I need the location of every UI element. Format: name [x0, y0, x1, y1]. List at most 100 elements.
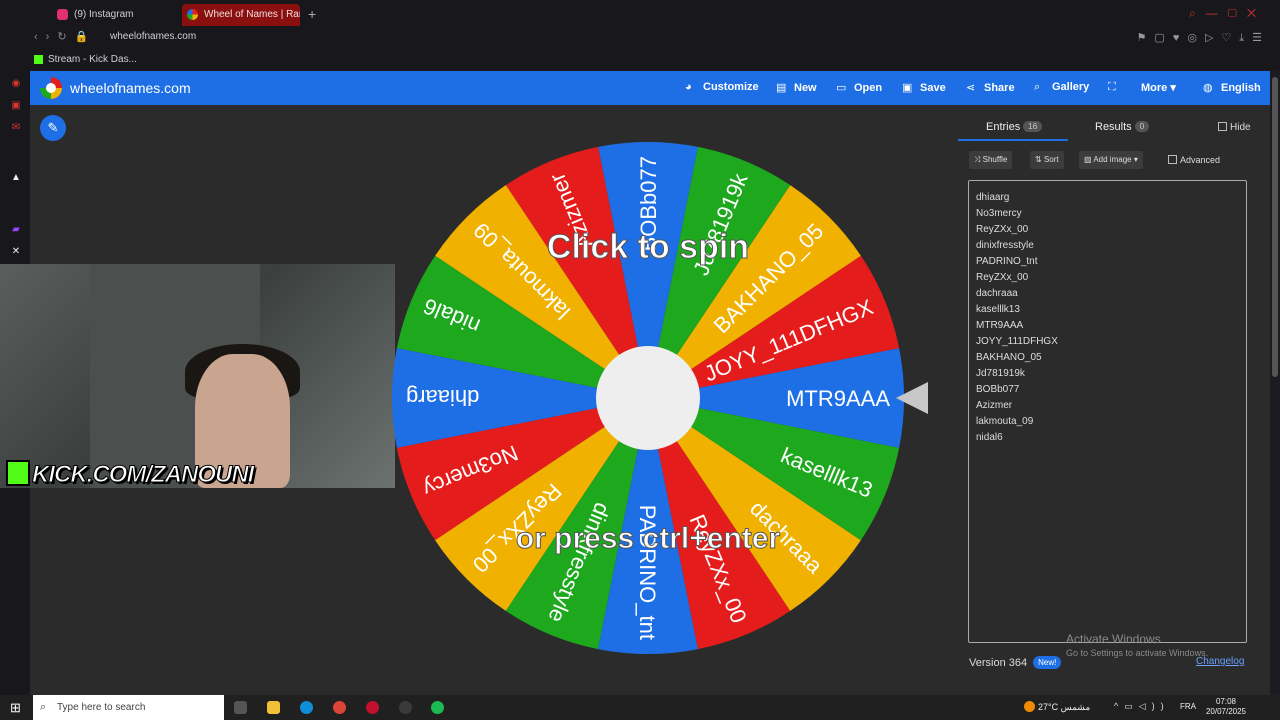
palette-icon: ◕: [685, 81, 692, 93]
search-placeholder: Type here to search: [57, 702, 146, 713]
kick-channel-text: KICK.COM/ZANOUNI: [31, 461, 254, 489]
advanced-checkbox[interactable]: Advanced: [1168, 155, 1220, 165]
tab-wheel-of-names[interactable]: Wheel of Names | Random: [182, 4, 300, 26]
app-header: wheelofnames.com ◕ Customize ▤ New ▭ Open ▣…: [30, 71, 1270, 105]
version-info: Version 364 New!: [969, 656, 1062, 669]
entry-line[interactable]: PADRINO_tnt: [976, 254, 1239, 270]
entry-line[interactable]: No3mercy: [976, 206, 1239, 222]
entries-textarea[interactable]: dhiaarg No3mercy ReyZXx_00 dinixfresstyl…: [968, 180, 1247, 643]
kick-channel-overlay: KICK.COM/ZANOUNI: [6, 460, 255, 490]
open-label: Open: [854, 82, 883, 94]
fullscreen-icon: ⛶: [1108, 81, 1116, 93]
site-title[interactable]: wheelofnames.com: [70, 80, 191, 96]
clock-time: 07:08: [1215, 697, 1237, 706]
taskbar-clock[interactable]: 07:08 20/07/2025: [1200, 697, 1252, 717]
tab-results[interactable]: Results 0: [1095, 121, 1150, 133]
weather-widget[interactable]: 27°C مشمس: [1024, 701, 1090, 713]
system-tray-icons[interactable]: ^▭◁)): [1114, 701, 1170, 712]
task-view-icon[interactable]: [234, 701, 247, 714]
bookmark-label: Stream - Kick Das...: [48, 54, 137, 65]
tab-instagram[interactable]: (9) Instagram: [52, 4, 178, 26]
taskbar: ⊞ ⌕ Type here to search 27°C مشمس ^▭◁)) F…: [0, 695, 1280, 720]
fullscreen-button[interactable]: ⛶: [1108, 81, 1126, 94]
checkbox-icon: [1168, 155, 1177, 164]
activate-windows-subtitle: Go to Settings to activate Windows.: [1066, 648, 1209, 658]
file-icon: ▤: [776, 82, 787, 94]
wheel-segment-label: dhiaarg: [406, 385, 479, 410]
mail-icon[interactable]: ✉: [10, 122, 22, 134]
new-tab-button[interactable]: +: [308, 6, 316, 22]
file-explorer-icon[interactable]: [267, 701, 280, 714]
obs-icon[interactable]: [399, 701, 412, 714]
more-button[interactable]: More ▾: [1141, 81, 1176, 94]
hide-checkbox[interactable]: Hide: [1218, 122, 1251, 133]
bookmark-kick-stream[interactable]: Stream - Kick Das...: [34, 54, 137, 65]
messenger-icon[interactable]: ◉: [10, 78, 22, 90]
entry-line[interactable]: JOYY_111DFHGX: [976, 334, 1239, 350]
open-button[interactable]: ▭ Open: [836, 81, 882, 94]
checkbox-icon: [1218, 122, 1227, 131]
url-field[interactable]: wheelofnames.com: [110, 31, 196, 42]
wheel[interactable]: MTR9AAAJOYY_111DFHGXBAKHANO_05Jd781919kB…: [390, 136, 930, 660]
aria-icon[interactable]: ▲: [10, 172, 22, 184]
entry-line[interactable]: Jd781919k: [976, 366, 1239, 382]
edit-wheel-button[interactable]: ✎: [40, 115, 66, 141]
globe-icon: ◍: [1203, 82, 1213, 94]
entry-line[interactable]: lakmouta_09: [976, 414, 1239, 430]
customize-button[interactable]: ◕ Customize: [685, 81, 759, 93]
gallery-button[interactable]: ⌕ Gallery: [1034, 81, 1089, 94]
toolbar-icons[interactable]: ⚑▢♥◎▷♡⤓☰: [1137, 31, 1270, 45]
entry-line[interactable]: Azizmer: [976, 398, 1239, 414]
entry-line[interactable]: kaselllk13: [976, 302, 1239, 318]
tab-entries[interactable]: Entries 16: [986, 121, 1043, 133]
save-label: Save: [920, 82, 946, 94]
x-icon[interactable]: ✕: [10, 246, 22, 258]
add-image-button[interactable]: ▨ Add image ▾: [1079, 151, 1143, 169]
entry-line[interactable]: dhiaarg: [976, 190, 1239, 206]
input-language[interactable]: FRA: [1180, 702, 1196, 711]
activate-windows-title: Activate Windows: [1066, 632, 1161, 646]
results-count-badge: 0: [1134, 121, 1150, 132]
press-ctrl-enter-text: or press ctrl+enter: [516, 522, 781, 555]
sort-button[interactable]: ⇅ Sort: [1030, 151, 1064, 169]
spotify-icon[interactable]: [431, 701, 444, 714]
sort-icon: ⇅: [1035, 155, 1044, 164]
kick-logo-icon: [6, 460, 30, 486]
page-scrollbar[interactable]: [1270, 71, 1280, 695]
language-button[interactable]: ◍ English: [1203, 81, 1261, 94]
entry-line[interactable]: dachraaa: [976, 286, 1239, 302]
webcam-overlay: [0, 264, 395, 488]
entry-line[interactable]: BAKHANO_05: [976, 350, 1239, 366]
save-button[interactable]: ▣ Save: [902, 81, 946, 94]
chat-icon[interactable]: ▣: [10, 100, 22, 112]
opera-gx-icon[interactable]: [366, 701, 379, 714]
new-button[interactable]: ▤ New: [776, 81, 817, 94]
share-button[interactable]: ⋖ Share: [966, 81, 1015, 94]
tab-label: (9) Instagram: [74, 9, 134, 20]
wheel-center[interactable]: [596, 346, 700, 450]
search-icon: ⌕: [1034, 81, 1041, 93]
shuffle-button[interactable]: ⤨ Shuffle: [969, 151, 1013, 169]
entry-line[interactable]: ReyZXx_00: [976, 222, 1239, 238]
pencil-icon: ✎: [47, 120, 59, 135]
floppy-icon: ▣: [902, 82, 913, 94]
entry-line[interactable]: dinixfresstyle: [976, 238, 1239, 254]
wheel-logo-icon[interactable]: [40, 77, 62, 99]
add-image-label: Add image: [1093, 155, 1132, 164]
twitch-icon[interactable]: ▰: [10, 224, 22, 236]
chrome-icon[interactable]: [333, 701, 346, 714]
gallery-label: Gallery: [1052, 81, 1090, 93]
version-label: Version 364: [969, 657, 1028, 669]
windows-start-icon[interactable]: ⊞: [10, 700, 21, 716]
sort-label: Sort: [1043, 155, 1059, 164]
edge-icon[interactable]: [300, 701, 313, 714]
window-controls[interactable]: ⌕—▢✕: [1189, 6, 1266, 21]
screen: (9) Instagram Wheel of Names | Random + …: [0, 0, 1280, 720]
entry-line[interactable]: MTR9AAA: [976, 318, 1239, 334]
taskbar-search[interactable]: ⌕ Type here to search: [33, 695, 224, 720]
navigation-buttons[interactable]: ‹›↻🔒: [34, 30, 96, 43]
entry-line[interactable]: BOBb077: [976, 382, 1239, 398]
entry-line[interactable]: ReyZXx_00: [976, 270, 1239, 286]
scroll-thumb[interactable]: [1272, 77, 1278, 377]
entry-line[interactable]: nidal6: [976, 430, 1239, 446]
